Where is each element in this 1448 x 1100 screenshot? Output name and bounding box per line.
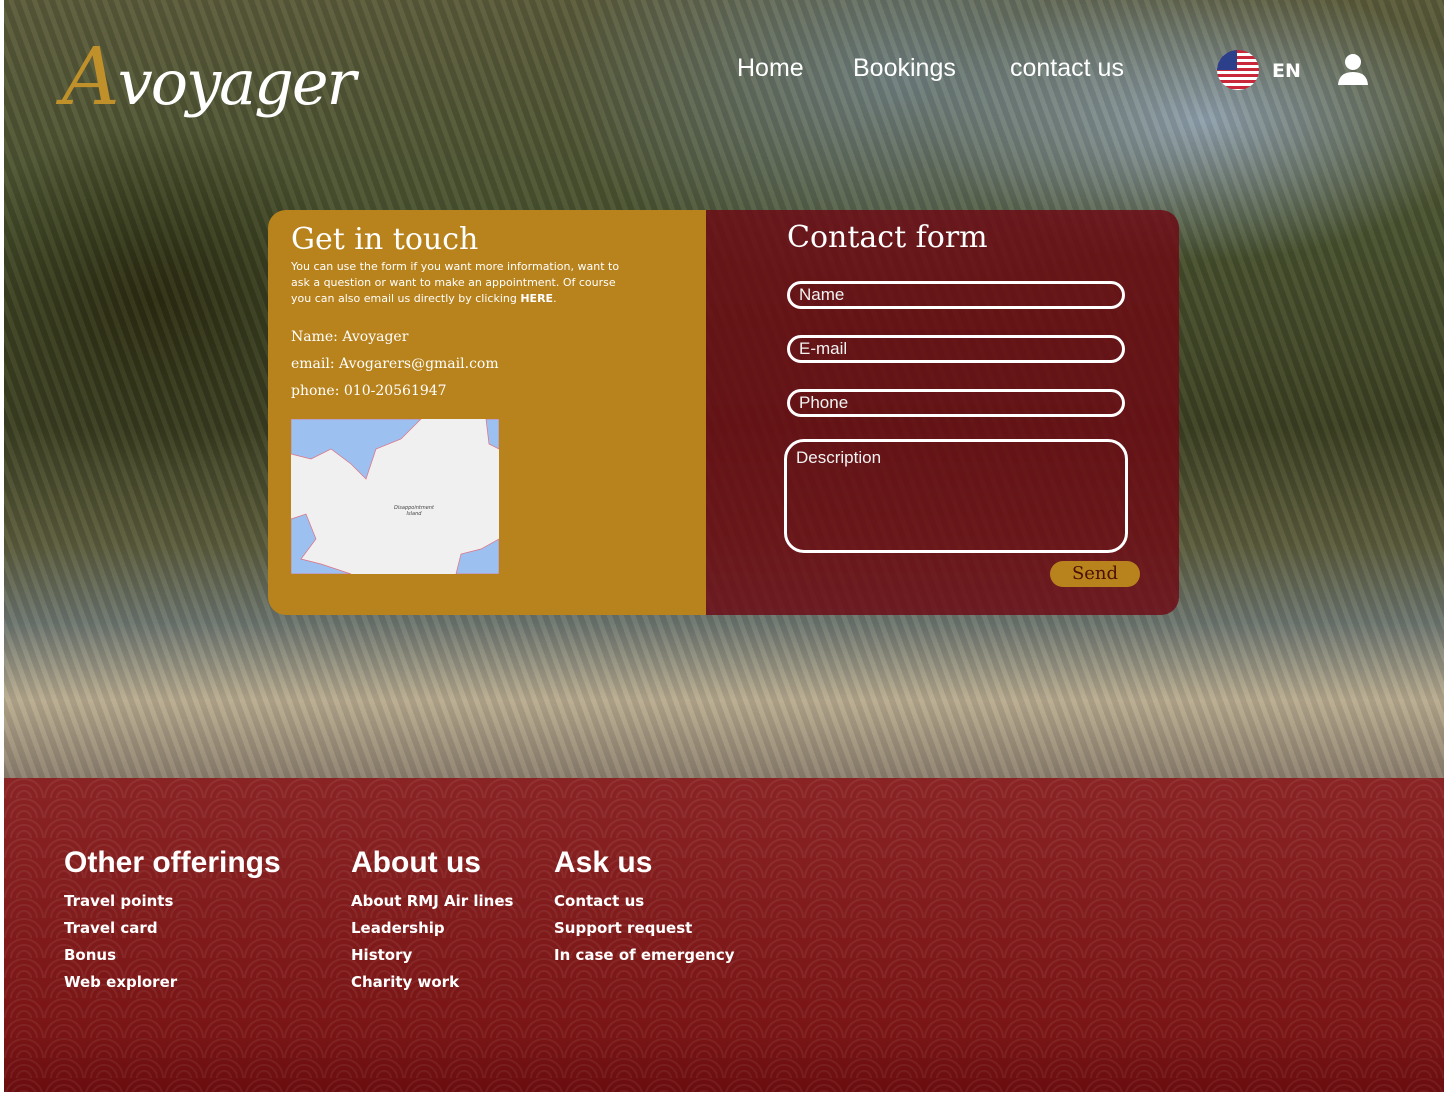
here-link[interactable]: HERE: [520, 292, 553, 305]
send-button[interactable]: Send: [1050, 561, 1140, 587]
footer-link[interactable]: In case of emergency: [554, 942, 735, 969]
footer-link[interactable]: Charity work: [351, 969, 513, 996]
map[interactable]: Disappointment Island: [291, 419, 499, 574]
name-input[interactable]: Name: [787, 281, 1125, 309]
contact-form-panel: Contact form Name E-mail Phone Descripti…: [706, 210, 1179, 615]
phone-input[interactable]: Phone: [787, 389, 1125, 417]
contact-email: email: Avogarers@gmail.com: [291, 356, 499, 372]
footer-link[interactable]: About RMJ Air lines: [351, 888, 513, 915]
footer-link[interactable]: Contact us: [554, 888, 735, 915]
description-textarea[interactable]: Description: [784, 439, 1128, 553]
nav-contact-us[interactable]: contact us: [1010, 54, 1124, 83]
intro-text: You can use the form if you want more in…: [291, 260, 620, 305]
footer-link[interactable]: Support request: [554, 915, 735, 942]
footer-link[interactable]: Bonus: [64, 942, 281, 969]
footer-link[interactable]: Travel points: [64, 888, 281, 915]
nav-home[interactable]: Home: [737, 54, 804, 83]
logo[interactable]: Avoyager: [62, 30, 356, 123]
get-in-touch-title: Get in touch: [291, 222, 479, 257]
footer-link[interactable]: Web explorer: [64, 969, 281, 996]
contact-form-title: Contact form: [787, 220, 988, 255]
nav-bookings[interactable]: Bookings: [853, 54, 956, 83]
footer-column-about-us: About us About RMJ Air lines Leadership …: [351, 846, 513, 996]
get-in-touch-panel: Get in touch You can use the form if you…: [268, 210, 706, 615]
contact-name: Name: Avoyager: [291, 329, 409, 345]
us-flag-icon[interactable]: [1217, 50, 1259, 90]
contact-phone: phone: 010-20561947: [291, 383, 447, 399]
user-icon[interactable]: [1337, 52, 1369, 86]
email-input[interactable]: E-mail: [787, 335, 1125, 363]
footer-column-ask-us: Ask us Contact us Support request In cas…: [554, 846, 735, 969]
footer-link[interactable]: Travel card: [64, 915, 281, 942]
footer: Other offerings Travel points Travel car…: [4, 778, 1444, 1092]
map-label: Disappointment Island: [394, 505, 434, 517]
footer-link[interactable]: Leadership: [351, 915, 513, 942]
footer-column-other-offerings: Other offerings Travel points Travel car…: [64, 846, 281, 996]
language-selector[interactable]: EN: [1272, 60, 1301, 82]
footer-link[interactable]: History: [351, 942, 513, 969]
